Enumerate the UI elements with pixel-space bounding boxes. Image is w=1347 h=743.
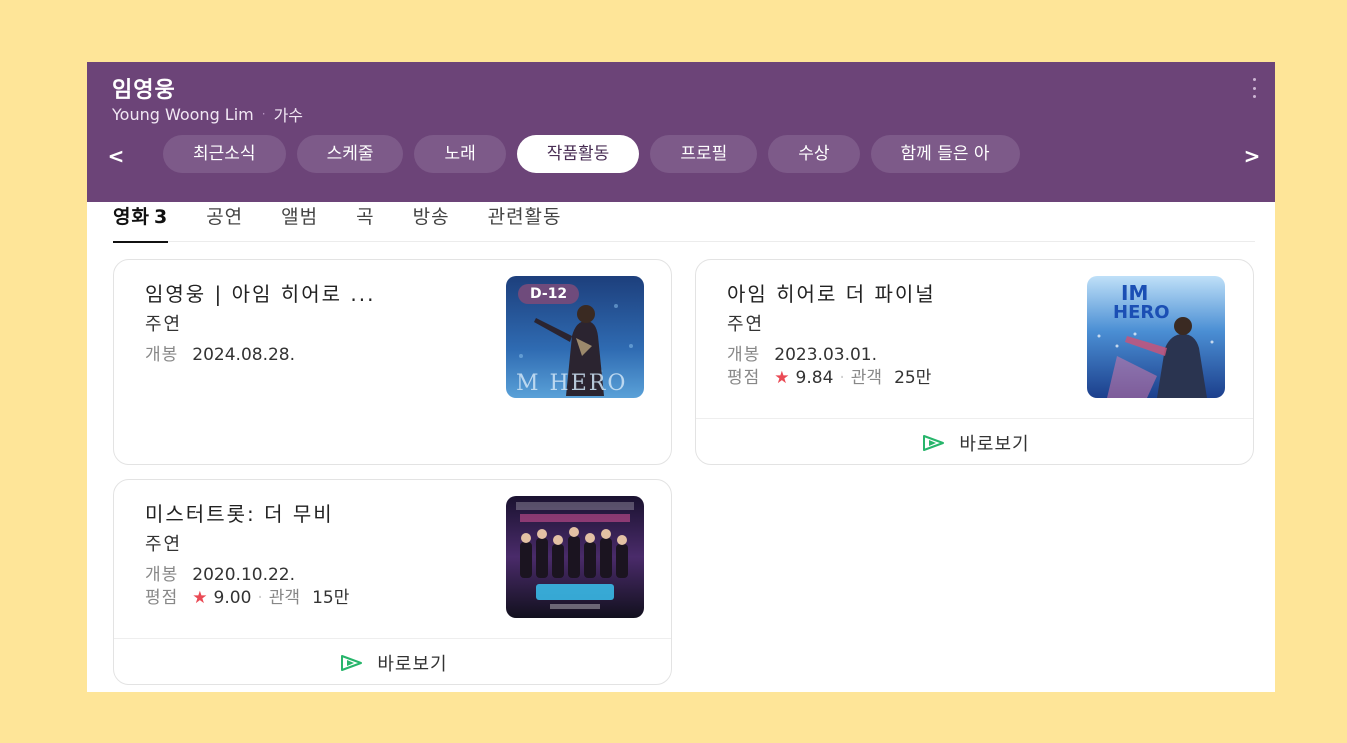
movie-card[interactable]: 아임 히어로 더 파이널 주연 개봉 2023.03.01. 평점 ★ 9.84 · 관객… — [695, 259, 1254, 465]
page-title: 임영웅 — [112, 78, 176, 103]
release-countdown-badge: D-12 — [518, 284, 580, 304]
chevron-left-icon[interactable]: < — [104, 144, 128, 168]
release-info: 개봉 2020.10.22. — [145, 560, 295, 585]
release-label: 개봉 — [727, 345, 761, 365]
audience-label: 관객 — [268, 588, 301, 608]
svg-text:M HERO: M HERO — [516, 371, 627, 396]
movie-card[interactable]: 임영웅 | 아임 히어로 ... 주연 개봉 2024.08.28. M HER… — [113, 259, 672, 465]
play-icon — [923, 434, 945, 451]
rating-info: 평점 ★ 9.00 · 관객 15만 — [145, 583, 349, 608]
rating-info: 평점 ★ 9.84 · 관객 25만 — [727, 363, 931, 388]
audience-value: 15만 — [312, 588, 350, 608]
chip-schedule[interactable]: 스케줄 — [296, 135, 404, 173]
release-date: 2024.08.28. — [192, 345, 296, 365]
watch-now-label: 바로보기 — [959, 433, 1030, 455]
chip-profile[interactable]: 프로필 — [650, 135, 758, 173]
profile-header: 임영웅 Young Woong Lim · 가수 < 최근소식 스케줄 노래 작품활동… — [87, 62, 1275, 202]
works-tabs: 영화 3 공연 앨범 곡 방송 관련활동 — [113, 202, 1255, 243]
category-chips: 최근소식 스케줄 노래 작품활동 프로필 수상 함께 들은 아 — [163, 135, 1215, 175]
movie-card[interactable]: 미스터트롯: 더 무비 주연 개봉 2020.10.22. 평점 ★ 9.00 · 관객 1… — [113, 479, 672, 685]
occupation: 가수 — [273, 106, 304, 125]
rating-value: 9.00 — [213, 588, 252, 608]
separator-dot: · — [261, 107, 266, 121]
release-label: 개봉 — [145, 345, 179, 365]
movie-title[interactable]: 미스터트롯: 더 무비 — [145, 498, 334, 527]
chip-works[interactable]: 작품활동 — [516, 135, 640, 173]
movie-role: 주연 — [145, 534, 183, 555]
star-icon: ★ — [774, 368, 790, 388]
movie-title[interactable]: 아임 히어로 더 파이널 — [727, 278, 936, 307]
chip-songs[interactable]: 노래 — [414, 135, 506, 173]
tab-movies[interactable]: 영화 3 — [113, 202, 169, 243]
tab-tracks[interactable]: 곡 — [356, 202, 374, 242]
profile-subtitle: Young Woong Lim · 가수 — [112, 102, 303, 126]
tab-albums[interactable]: 앨범 — [281, 202, 318, 242]
knowledge-panel: 임영웅 Young Woong Lim · 가수 < 최근소식 스케줄 노래 작품활동… — [87, 62, 1275, 692]
movie-role: 주연 — [727, 314, 765, 335]
release-label: 개봉 — [145, 565, 179, 585]
chip-awards[interactable]: 수상 — [768, 135, 860, 173]
play-icon — [341, 654, 363, 671]
movie-poster[interactable]: M HERO D-12 — [506, 276, 644, 398]
chip-recent-news[interactable]: 최근소식 — [163, 135, 286, 173]
svg-text:HERO: HERO — [1113, 302, 1170, 323]
chevron-right-icon[interactable]: > — [1240, 144, 1264, 168]
audience-label: 관객 — [850, 368, 883, 388]
chip-listened-together[interactable]: 함께 들은 아 — [870, 135, 1020, 173]
watch-now-button[interactable]: 바로보기 — [696, 418, 1253, 464]
rating-value: 9.84 — [795, 368, 834, 388]
movie-role: 주연 — [145, 314, 183, 335]
separator-dot: · — [839, 368, 845, 388]
rating-label: 평점 — [145, 588, 179, 608]
tab-count: 3 — [153, 205, 169, 228]
movie-poster[interactable] — [506, 496, 644, 618]
watch-now-label: 바로보기 — [377, 653, 448, 675]
tab-label: 영화 — [113, 205, 150, 228]
movie-poster[interactable]: IM HERO — [1087, 276, 1225, 398]
english-name: Young Woong Lim — [112, 104, 254, 124]
star-icon: ★ — [192, 588, 208, 608]
movie-title[interactable]: 임영웅 | 아임 히어로 ... — [145, 278, 375, 307]
more-options-icon[interactable] — [1251, 78, 1257, 98]
release-info: 개봉 2024.08.28. — [145, 340, 295, 365]
release-date: 2020.10.22. — [192, 565, 296, 585]
release-date: 2023.03.01. — [774, 345, 878, 365]
tab-broadcasts[interactable]: 방송 — [413, 202, 450, 242]
tab-performances[interactable]: 공연 — [206, 202, 243, 242]
watch-now-button[interactable]: 바로보기 — [114, 638, 671, 684]
separator-dot: · — [257, 588, 263, 608]
rating-label: 평점 — [727, 368, 761, 388]
release-info: 개봉 2023.03.01. — [727, 340, 877, 365]
tab-related-activities[interactable]: 관련활동 — [488, 202, 562, 242]
audience-value: 25만 — [894, 368, 932, 388]
